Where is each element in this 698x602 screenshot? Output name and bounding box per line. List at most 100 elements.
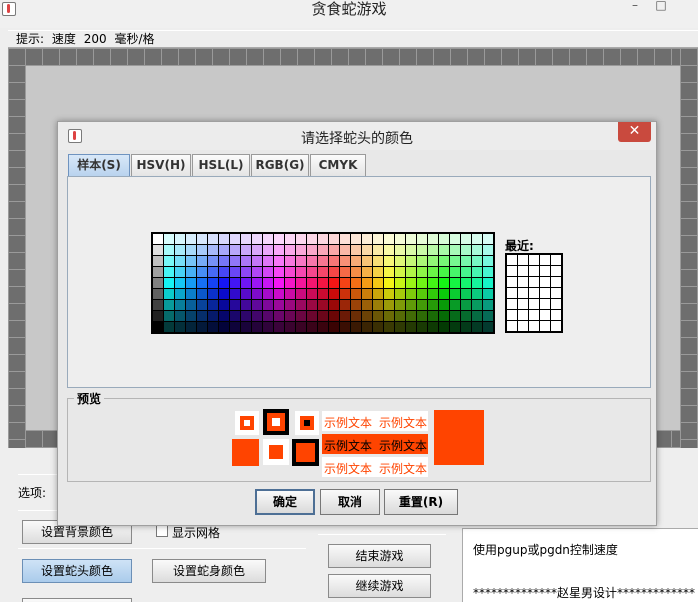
color-swatch[interactable] xyxy=(406,256,416,266)
color-swatch[interactable] xyxy=(197,322,207,332)
color-swatch[interactable] xyxy=(175,300,185,310)
color-swatch[interactable] xyxy=(406,234,416,244)
color-swatch[interactable] xyxy=(450,267,460,277)
color-swatch[interactable] xyxy=(285,278,295,288)
color-swatch[interactable] xyxy=(439,278,449,288)
recent-swatch[interactable] xyxy=(529,255,539,265)
color-swatch[interactable] xyxy=(483,278,493,288)
color-swatch[interactable] xyxy=(329,234,339,244)
color-swatch[interactable] xyxy=(461,311,471,321)
color-swatch[interactable] xyxy=(252,289,262,299)
color-swatch[interactable] xyxy=(241,234,251,244)
color-swatch[interactable] xyxy=(362,267,372,277)
recent-swatch[interactable] xyxy=(507,321,517,331)
color-swatch[interactable] xyxy=(461,245,471,255)
color-swatch[interactable] xyxy=(384,300,394,310)
color-swatch[interactable] xyxy=(241,311,251,321)
color-swatch[interactable] xyxy=(285,311,295,321)
color-swatch[interactable] xyxy=(318,245,328,255)
color-swatch[interactable] xyxy=(428,267,438,277)
color-swatch[interactable] xyxy=(296,278,306,288)
color-swatch[interactable] xyxy=(153,289,163,299)
recent-swatch[interactable] xyxy=(551,288,561,298)
color-swatch[interactable] xyxy=(208,322,218,332)
color-swatch[interactable] xyxy=(252,322,262,332)
color-swatch[interactable] xyxy=(450,234,460,244)
recent-swatch[interactable] xyxy=(507,299,517,309)
color-swatch[interactable] xyxy=(153,267,163,277)
color-swatch[interactable] xyxy=(406,245,416,255)
color-swatch[interactable] xyxy=(450,322,460,332)
recent-swatch[interactable] xyxy=(540,266,550,276)
recent-swatch[interactable] xyxy=(551,321,561,331)
color-swatch[interactable] xyxy=(219,234,229,244)
color-swatch[interactable] xyxy=(197,245,207,255)
color-swatch[interactable] xyxy=(197,267,207,277)
set-body-color-button[interactable]: 设置蛇身颜色 xyxy=(152,559,266,583)
color-swatch[interactable] xyxy=(318,234,328,244)
color-swatch[interactable] xyxy=(263,256,273,266)
color-swatch[interactable] xyxy=(274,289,284,299)
color-swatch[interactable] xyxy=(307,245,317,255)
color-swatch[interactable] xyxy=(384,322,394,332)
color-swatch[interactable] xyxy=(428,234,438,244)
recent-swatch[interactable] xyxy=(518,277,528,287)
color-swatch[interactable] xyxy=(296,289,306,299)
color-swatch[interactable] xyxy=(351,234,361,244)
color-swatch[interactable] xyxy=(428,322,438,332)
color-swatch[interactable] xyxy=(263,278,273,288)
color-swatch[interactable] xyxy=(208,289,218,299)
color-swatch[interactable] xyxy=(230,289,240,299)
color-swatch[interactable] xyxy=(208,311,218,321)
color-swatch[interactable] xyxy=(252,267,262,277)
color-swatch[interactable] xyxy=(395,300,405,310)
color-swatch[interactable] xyxy=(362,234,372,244)
color-swatch[interactable] xyxy=(461,289,471,299)
color-swatch[interactable] xyxy=(417,300,427,310)
recent-swatch[interactable] xyxy=(540,310,550,320)
color-swatch[interactable] xyxy=(175,289,185,299)
color-swatch[interactable] xyxy=(197,289,207,299)
recent-swatch[interactable] xyxy=(507,288,517,298)
color-swatch[interactable] xyxy=(230,245,240,255)
dialog-close-button[interactable]: ✕ xyxy=(618,122,651,142)
color-swatch[interactable] xyxy=(439,234,449,244)
color-swatch[interactable] xyxy=(439,311,449,321)
color-swatch[interactable] xyxy=(164,289,174,299)
color-swatch[interactable] xyxy=(395,311,405,321)
color-swatch[interactable] xyxy=(417,245,427,255)
color-swatch[interactable] xyxy=(296,256,306,266)
color-swatch[interactable] xyxy=(428,300,438,310)
color-swatch[interactable] xyxy=(252,311,262,321)
color-swatch[interactable] xyxy=(450,311,460,321)
color-swatch[interactable] xyxy=(406,278,416,288)
color-swatch[interactable] xyxy=(384,245,394,255)
recent-swatch[interactable] xyxy=(518,266,528,276)
continue-game-button[interactable]: 继续游戏 xyxy=(328,574,431,598)
color-swatch[interactable] xyxy=(219,311,229,321)
color-swatch[interactable] xyxy=(362,245,372,255)
color-swatch[interactable] xyxy=(252,300,262,310)
recent-swatch[interactable] xyxy=(518,288,528,298)
color-swatch[interactable] xyxy=(307,322,317,332)
tab-hsv[interactable]: HSV(H) xyxy=(131,154,191,176)
color-swatch[interactable] xyxy=(329,256,339,266)
color-swatch[interactable] xyxy=(351,267,361,277)
recent-swatch[interactable] xyxy=(507,255,517,265)
color-swatch[interactable] xyxy=(373,278,383,288)
color-swatch[interactable] xyxy=(417,256,427,266)
color-swatch[interactable] xyxy=(450,278,460,288)
color-swatch[interactable] xyxy=(208,278,218,288)
maximize-button[interactable]: □ xyxy=(652,0,670,12)
ok-button[interactable]: 确定 xyxy=(255,489,315,515)
color-swatch[interactable] xyxy=(197,300,207,310)
color-swatch[interactable] xyxy=(373,322,383,332)
recent-swatch[interactable] xyxy=(540,321,550,331)
color-swatch[interactable] xyxy=(318,300,328,310)
color-swatch[interactable] xyxy=(230,256,240,266)
recent-swatch-grid[interactable] xyxy=(505,253,563,333)
tab-cmyk[interactable]: CMYK xyxy=(310,154,366,176)
color-swatch[interactable] xyxy=(296,267,306,277)
color-swatch[interactable] xyxy=(439,289,449,299)
color-swatch[interactable] xyxy=(329,300,339,310)
